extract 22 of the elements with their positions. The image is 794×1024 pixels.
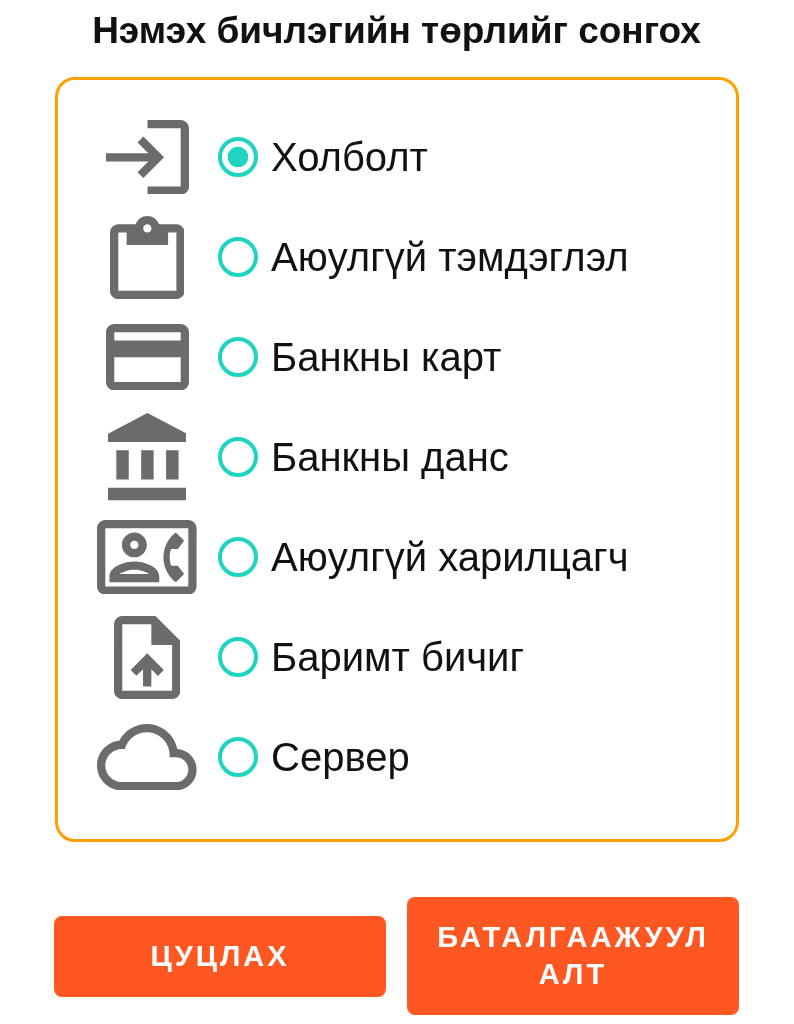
radio-button[interactable] xyxy=(218,537,258,577)
contact-phone-icon xyxy=(97,519,197,595)
login-icon xyxy=(105,119,189,195)
clipboard-icon xyxy=(109,215,185,299)
credit-card-icon xyxy=(105,323,189,391)
option-label[interactable]: Аюулгүй тэмдэглэл xyxy=(271,234,629,280)
option-label[interactable]: Баримт бичиг xyxy=(271,634,525,680)
file-upload-icon xyxy=(113,615,181,699)
radio-button[interactable] xyxy=(218,737,258,777)
option-label[interactable]: Сервер xyxy=(271,734,410,780)
dialog-title: Нэмэх бичлэгийн төрлийг сонгох xyxy=(91,10,702,52)
cloud-icon xyxy=(97,723,197,791)
bank-icon xyxy=(107,413,187,501)
radio-button[interactable] xyxy=(218,137,258,177)
option-label[interactable]: Банкны карт xyxy=(271,334,502,380)
radio-button[interactable] xyxy=(218,437,258,477)
option-label[interactable]: Банкны данс xyxy=(271,434,509,480)
radio-button[interactable] xyxy=(218,237,258,277)
radio-button[interactable] xyxy=(218,337,258,377)
radio-button[interactable] xyxy=(218,637,258,677)
option-label[interactable]: Аюулгүй харилцагч xyxy=(271,534,629,580)
option-label[interactable]: Холболт xyxy=(271,134,428,180)
